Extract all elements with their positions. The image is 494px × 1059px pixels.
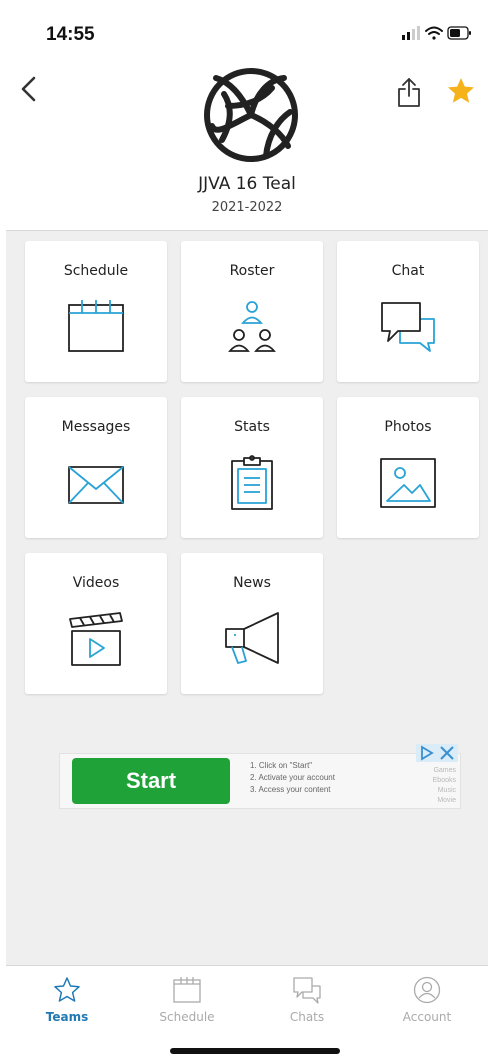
ad-step: 1. Click on "Start" bbox=[250, 761, 313, 770]
ad-start-button[interactable]: Start bbox=[72, 758, 230, 804]
tile-label: Messages bbox=[61, 419, 131, 435]
share-icon bbox=[398, 78, 420, 107]
team-menu-grid: Schedule Roster Chat Messages Stats Phot… bbox=[6, 230, 488, 966]
chat-bubbles-icon bbox=[381, 302, 435, 352]
people-icon bbox=[228, 301, 276, 352]
tile-roster[interactable]: Roster bbox=[181, 241, 323, 382]
ad-step: 3. Access your content bbox=[250, 785, 331, 794]
ad-step: 2. Activate your account bbox=[250, 773, 335, 782]
tile-videos[interactable]: Videos bbox=[25, 553, 167, 694]
team-header: JJVA 16 Teal 2021-2022 bbox=[6, 46, 488, 230]
star-outline-icon bbox=[54, 977, 80, 1002]
calendar-icon bbox=[173, 977, 201, 1003]
calendar-icon bbox=[68, 300, 124, 352]
volleyball-icon bbox=[204, 68, 298, 162]
megaphone-icon bbox=[225, 612, 279, 664]
clipboard-icon bbox=[231, 455, 273, 510]
tile-schedule[interactable]: Schedule bbox=[25, 241, 167, 382]
tab-label: Chats bbox=[289, 1010, 325, 1024]
status-icons bbox=[400, 24, 472, 46]
battery-icon bbox=[447, 26, 471, 40]
bottom-tab-bar: Teams Schedule Chats Account bbox=[6, 965, 488, 1028]
tile-label: Chat bbox=[391, 263, 425, 279]
chevron-left-icon bbox=[21, 76, 36, 102]
ad-category: Music bbox=[437, 787, 456, 794]
tile-label: Roster bbox=[229, 263, 275, 279]
tab-label: Schedule bbox=[159, 1010, 215, 1024]
tile-chat[interactable]: Chat bbox=[337, 241, 479, 382]
team-logo bbox=[202, 66, 300, 164]
signal-icon bbox=[402, 26, 420, 40]
tab-label: Account bbox=[402, 1010, 452, 1024]
ad-category: Ebooks bbox=[432, 777, 456, 784]
team-season: 2021-2022 bbox=[211, 200, 283, 215]
tile-messages[interactable]: Messages bbox=[25, 397, 167, 538]
chat-icon bbox=[293, 977, 321, 1004]
star-icon bbox=[448, 78, 474, 103]
envelope-icon bbox=[68, 466, 124, 504]
ad-categories: Games Ebooks Music Movie bbox=[433, 766, 456, 806]
share-button[interactable] bbox=[396, 76, 422, 108]
ad-choices-icon bbox=[421, 745, 434, 761]
tile-label: Photos bbox=[384, 419, 432, 435]
favorite-button[interactable] bbox=[446, 76, 476, 106]
tile-stats[interactable]: Stats bbox=[181, 397, 323, 538]
status-bar: 14:55 bbox=[0, 0, 494, 46]
tab-schedule[interactable]: Schedule bbox=[127, 966, 247, 1028]
home-indicator[interactable] bbox=[170, 1048, 340, 1054]
tab-account[interactable]: Account bbox=[367, 966, 487, 1028]
clapperboard-icon bbox=[69, 612, 123, 666]
tile-photos[interactable]: Photos bbox=[337, 397, 479, 538]
tab-label: Teams bbox=[45, 1010, 89, 1024]
tab-teams[interactable]: Teams bbox=[7, 966, 127, 1028]
ad-category: Games bbox=[433, 767, 456, 774]
photo-icon bbox=[380, 458, 436, 508]
tile-label: Videos bbox=[72, 575, 120, 591]
team-name: JJVA 16 Teal bbox=[198, 174, 296, 194]
close-icon[interactable] bbox=[440, 746, 454, 760]
back-button[interactable] bbox=[16, 74, 42, 104]
status-time: 14:55 bbox=[46, 24, 95, 45]
tile-news[interactable]: News bbox=[181, 553, 323, 694]
wifi-icon bbox=[425, 26, 443, 40]
tab-chats[interactable]: Chats bbox=[247, 966, 367, 1028]
ad-category: Movie bbox=[437, 797, 456, 804]
user-circle-icon bbox=[413, 976, 441, 1004]
tile-label: News bbox=[233, 575, 271, 591]
tile-label: Stats bbox=[234, 419, 270, 435]
ad-steps: 1. Click on "Start" 2. Activate your acc… bbox=[250, 760, 335, 796]
ad-choices[interactable] bbox=[416, 744, 458, 762]
ad-banner[interactable]: Start 1. Click on "Start" 2. Activate yo… bbox=[59, 744, 461, 809]
tile-label: Schedule bbox=[63, 263, 129, 279]
